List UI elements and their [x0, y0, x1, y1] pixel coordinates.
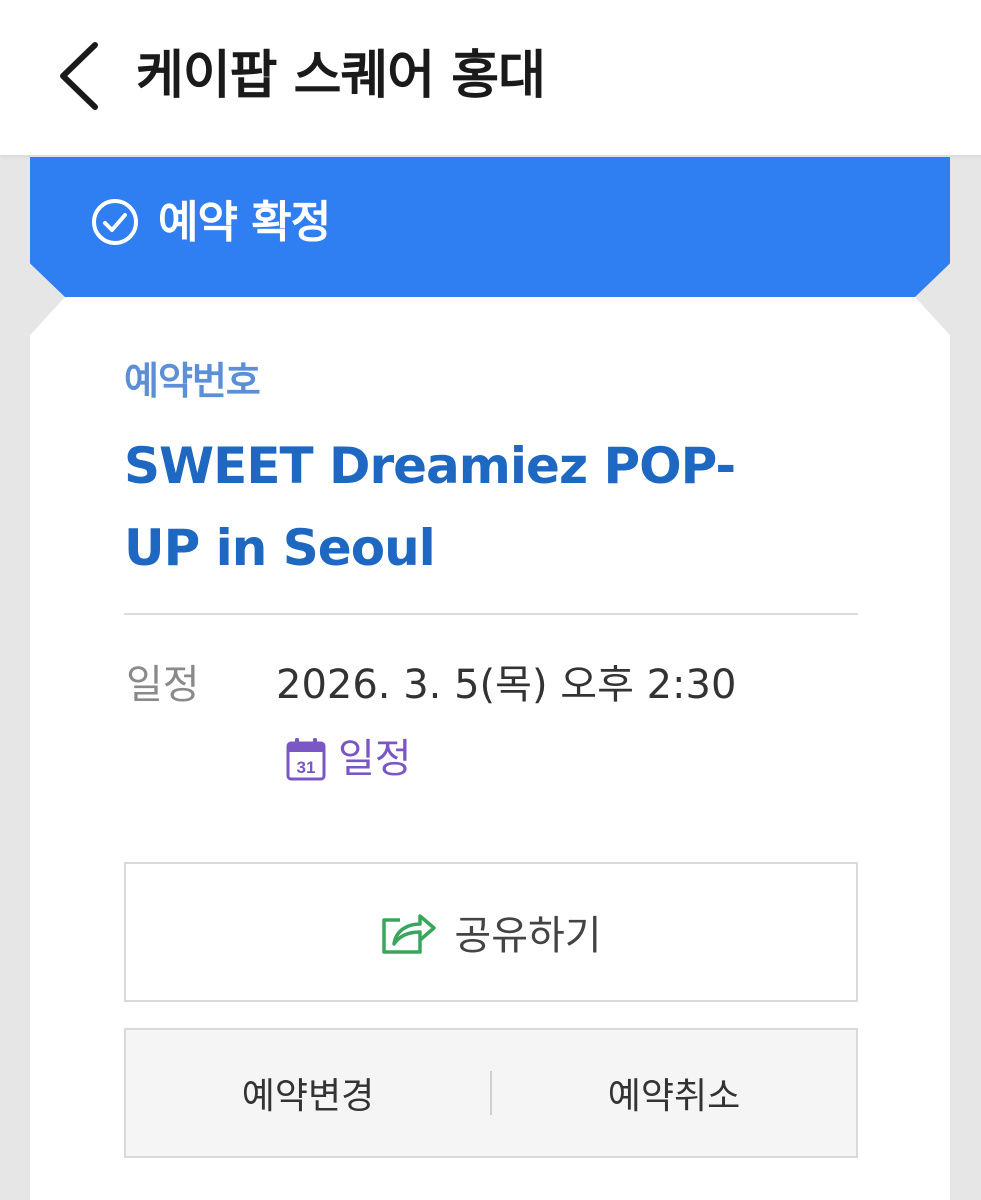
reservation-card: 예약번호 SWEET Dreamiez POP-UP in Seoul 일정 2…	[30, 297, 950, 1200]
share-label: 공유하기	[454, 913, 602, 959]
chevron-left-icon	[60, 42, 98, 110]
reservation-number-label: 예약번호	[124, 359, 261, 403]
calendar-icon: 31	[286, 738, 326, 781]
calendar-link-label: 일정	[338, 736, 412, 782]
status-text: 예약 확정	[158, 197, 331, 248]
divider	[124, 613, 858, 615]
status-banner: 예약 확정	[30, 157, 950, 297]
add-to-calendar-link[interactable]: 31 일정	[286, 731, 412, 787]
calendar-icon-day: 31	[297, 758, 316, 777]
share-button[interactable]: 공유하기	[124, 862, 858, 1002]
event-title: SWEET Dreamiez POP-UP in Seoul	[124, 437, 736, 577]
page-title: 케이팝 스퀘어 홍대	[136, 46, 546, 106]
schedule-label: 일정	[126, 662, 200, 708]
share-icon	[382, 914, 437, 954]
reservation-actions: 예약변경 예약취소	[124, 1028, 858, 1158]
change-reservation-button[interactable]: 예약변경	[126, 1030, 490, 1156]
schedule-value: 2026. 3. 5(목) 오후 2:30	[276, 662, 737, 708]
cancel-reservation-button[interactable]: 예약취소	[492, 1030, 856, 1156]
check-circle-icon	[92, 199, 138, 245]
back-button[interactable]	[44, 36, 114, 116]
app-header: 케이팝 스퀘어 홍대	[0, 0, 981, 155]
